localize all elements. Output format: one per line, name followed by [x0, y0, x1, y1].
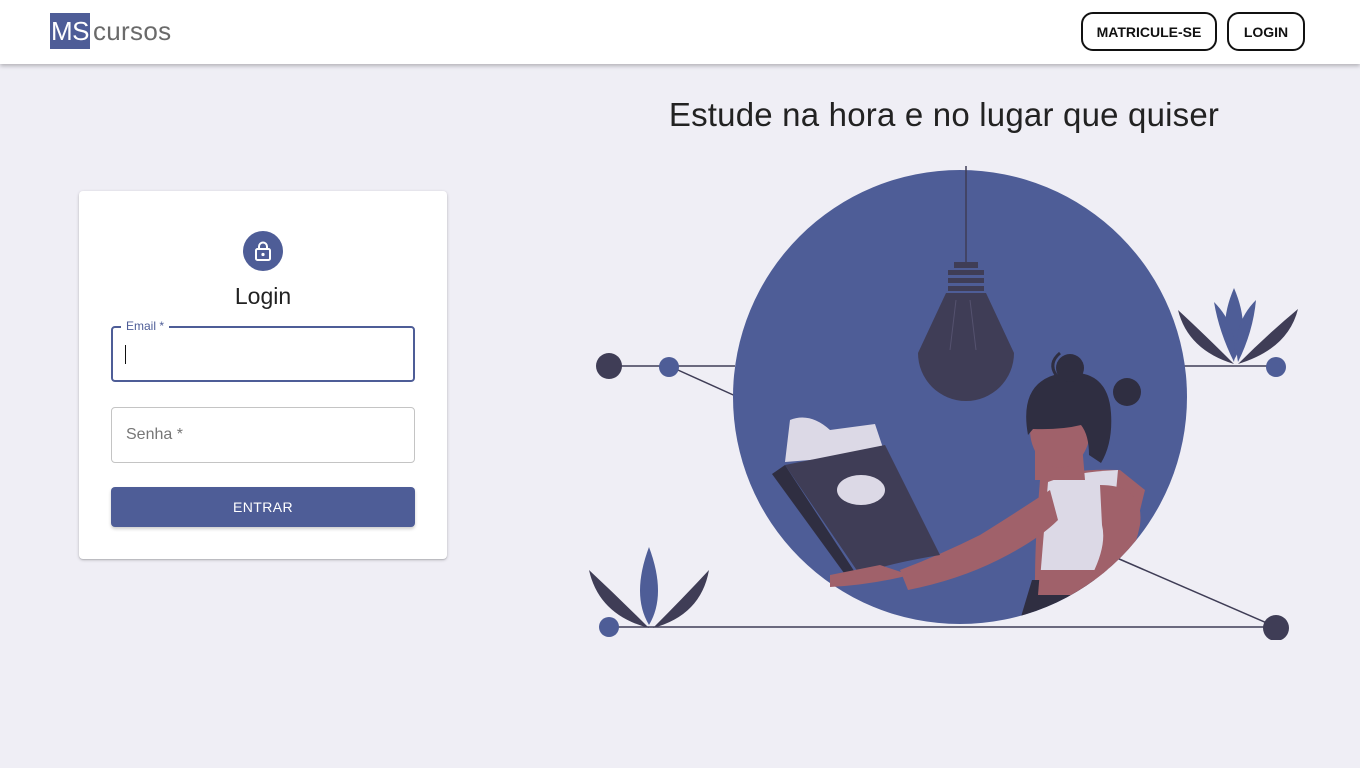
login-card: Login Email * Senha * ENTRAR — [79, 191, 447, 559]
enroll-button[interactable]: MATRICULE-SE — [1081, 12, 1217, 51]
password-field[interactable]: Senha * — [111, 407, 415, 463]
top-app-bar: MS cursos MATRICULE-SE LOGIN — [0, 0, 1360, 64]
study-illustration — [589, 166, 1298, 640]
brand-logo[interactable]: MS cursos — [50, 13, 171, 49]
email-label: Email * — [121, 319, 170, 333]
password-label: Senha * — [126, 426, 183, 443]
logo-text: cursos — [93, 16, 172, 46]
logo-ms: MS — [50, 13, 90, 49]
email-field[interactable]: Email * — [111, 319, 415, 382]
plant-left — [589, 547, 709, 628]
lock-icon — [243, 231, 283, 271]
plant-right — [1178, 288, 1298, 364]
submit-button[interactable]: ENTRAR — [111, 487, 415, 527]
text-cursor — [125, 345, 126, 364]
login-title: Login — [234, 283, 292, 309]
hero-headline: Estude na hora e no lugar que quiser — [668, 96, 1220, 133]
login-nav-button[interactable]: LOGIN — [1227, 12, 1305, 51]
